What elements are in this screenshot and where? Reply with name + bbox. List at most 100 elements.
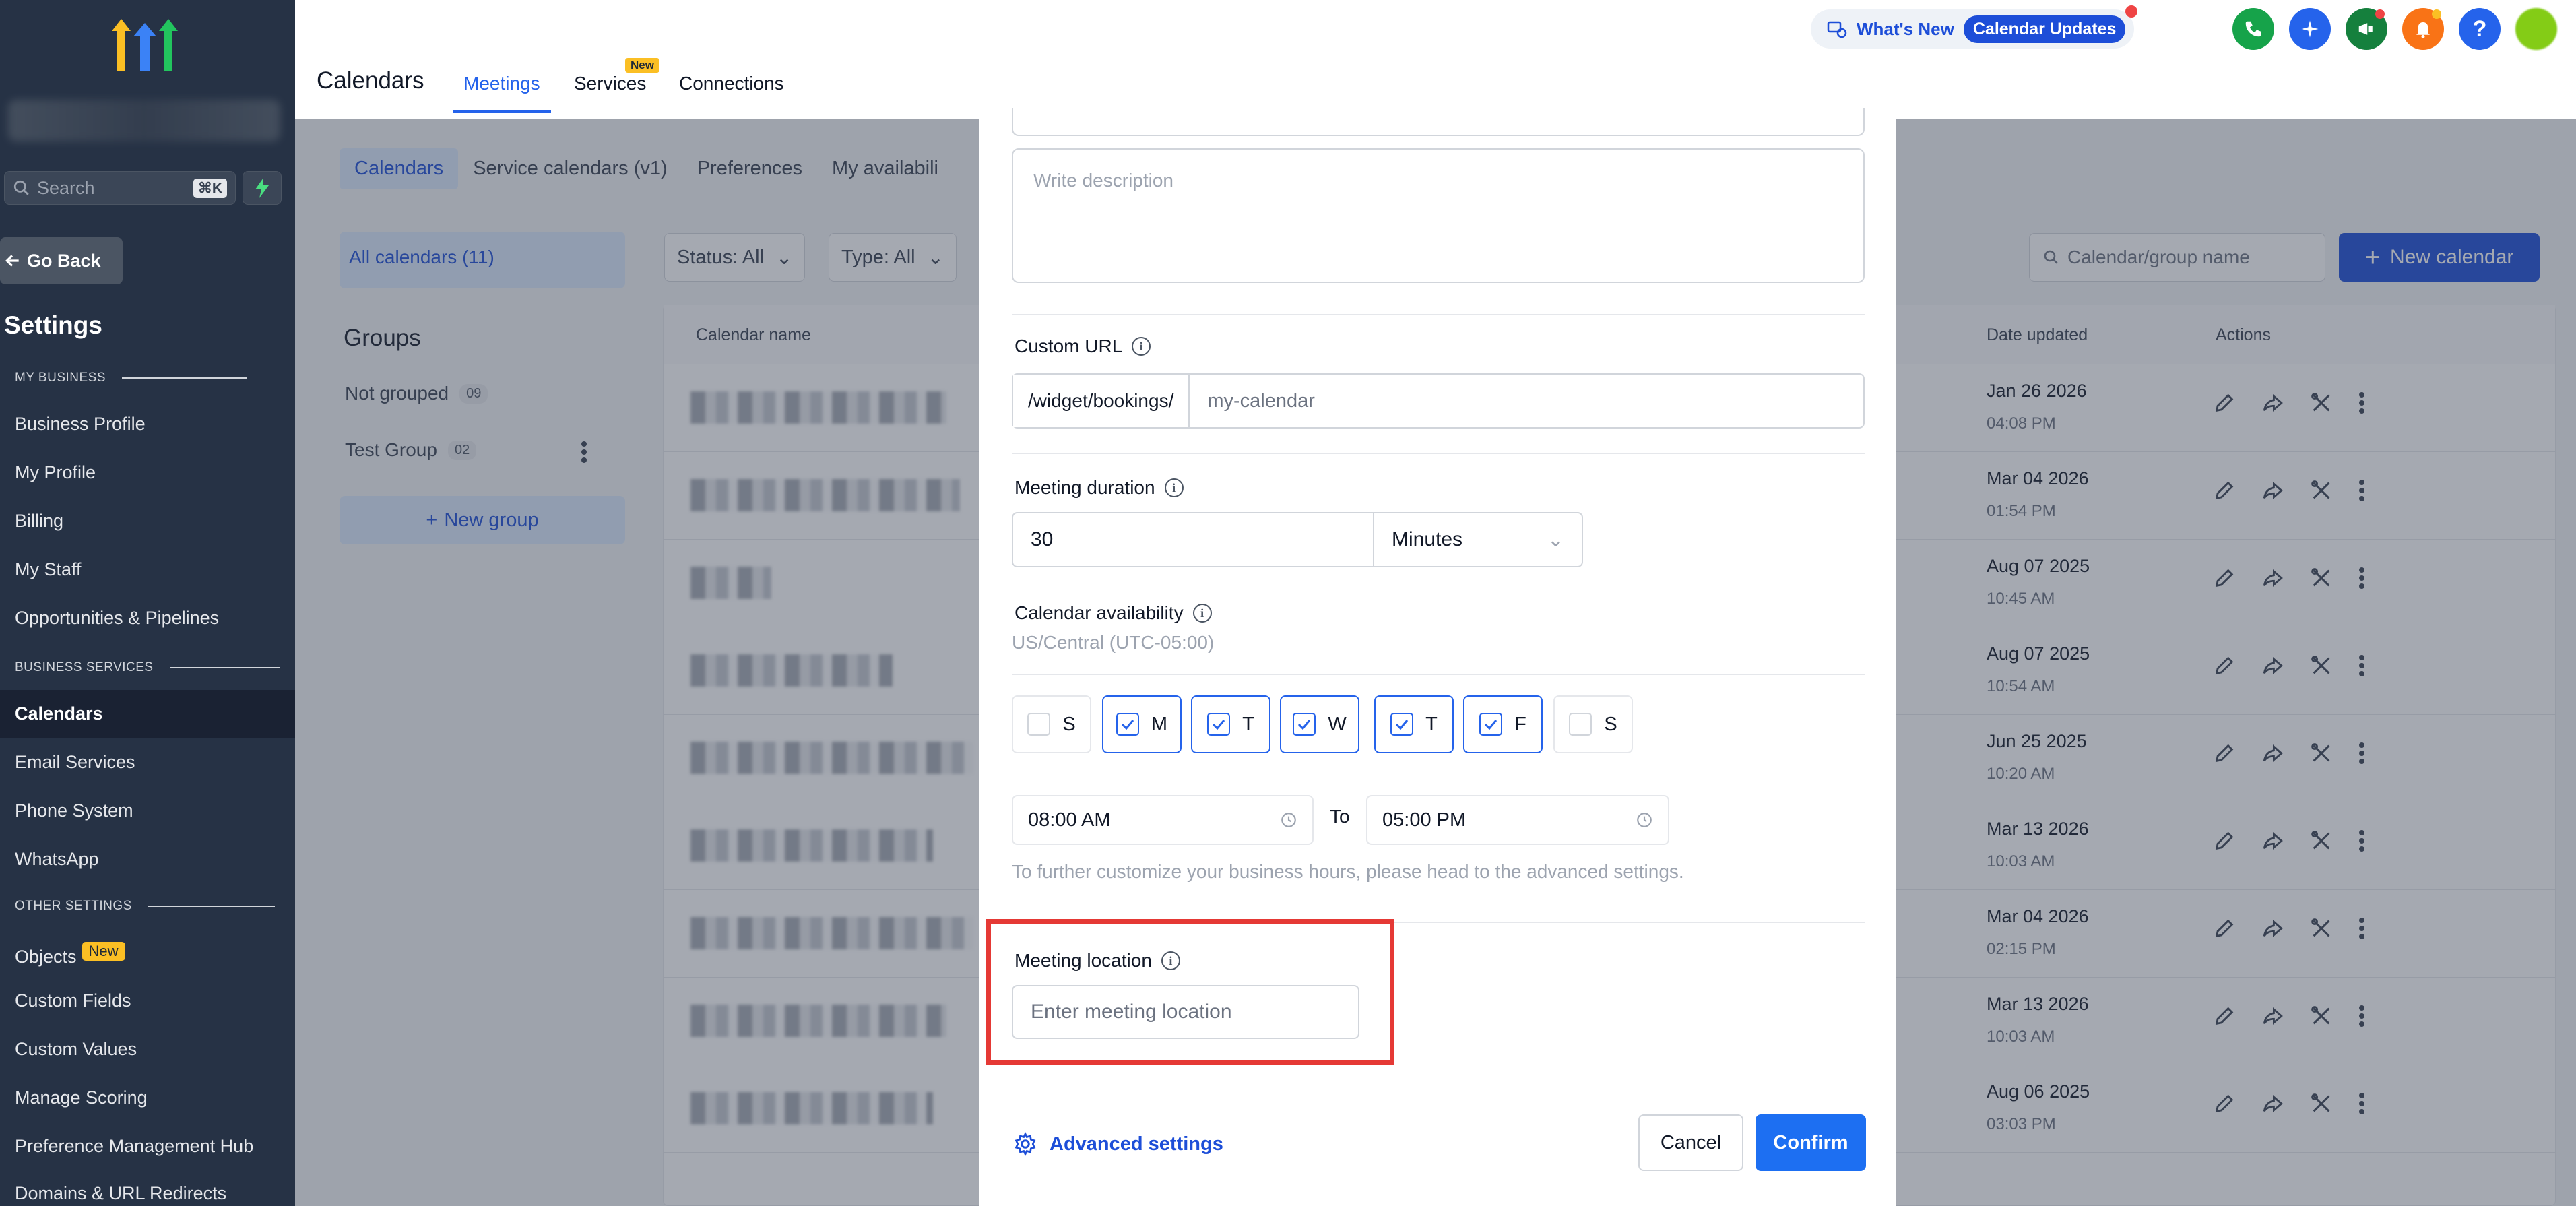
sidebar-item-billing[interactable]: Billing	[15, 511, 63, 532]
weekday-label: T	[1242, 713, 1254, 735]
chevron-down-icon: ⌄	[1547, 528, 1564, 551]
cancel-button[interactable]: Cancel	[1638, 1114, 1743, 1171]
start-time-picker[interactable]: 08:00 AM	[1012, 795, 1314, 845]
ai-assistant-button[interactable]	[2289, 8, 2331, 50]
phone-button[interactable]	[2232, 8, 2274, 50]
sidebar-item-calendars[interactable]: Calendars	[15, 703, 103, 724]
checkbox[interactable]	[1569, 713, 1592, 736]
quick-action-button[interactable]	[243, 171, 282, 205]
whats-new-label: What's New	[1857, 18, 1954, 39]
calendar-availability-label: Calendar availability i	[1015, 602, 1212, 624]
checkbox[interactable]	[1293, 713, 1316, 736]
highlight-box	[986, 919, 1394, 1065]
weekday-label: S	[1604, 713, 1617, 735]
sidebar-item-custom-values[interactable]: Custom Values	[15, 1039, 137, 1060]
shortcut-hint: ⌘K	[193, 178, 227, 198]
avatar[interactable]	[2515, 8, 2557, 50]
business-hours-hint: To further customize your business hours…	[1012, 861, 1684, 882]
section-other-settings: OTHER SETTINGS	[15, 899, 275, 914]
search-icon	[13, 180, 29, 195]
weekday-toggle[interactable]: W	[1280, 695, 1359, 753]
to-label: To	[1330, 806, 1350, 827]
checkbox[interactable]	[1116, 713, 1139, 736]
notification-dot	[2125, 5, 2137, 18]
tab-meetings[interactable]: Meetings	[463, 73, 540, 94]
services-new-badge: New	[625, 58, 659, 73]
weekday-toggle[interactable]: S	[1553, 695, 1633, 753]
duration-field: 30 Minutes ⌄	[1012, 512, 1583, 567]
advanced-settings-link[interactable]: Advanced settings	[1013, 1132, 1223, 1156]
arrow-left-icon	[5, 255, 19, 267]
sidebar-item-phone-system[interactable]: Phone System	[15, 800, 133, 821]
sidebar-item-custom-fields[interactable]: Custom Fields	[15, 990, 131, 1011]
section-my-business: MY BUSINESS	[15, 371, 248, 385]
bell-badge-dot	[2432, 9, 2441, 19]
sidebar-search[interactable]: Search ⌘K	[4, 171, 236, 205]
megaphone-button[interactable]	[2346, 8, 2387, 50]
sidebar-item-business-profile[interactable]: Business Profile	[15, 414, 146, 435]
end-time-picker[interactable]: 05:00 PM	[1366, 795, 1669, 845]
weekday-label: M	[1151, 713, 1168, 735]
custom-url-field: /widget/bookings/ my-calendar	[1012, 373, 1865, 429]
timezone-text: US/Central (UTC-05:00)	[1012, 632, 1215, 653]
sidebar-item-whatsapp[interactable]: WhatsApp	[15, 849, 99, 870]
info-icon[interactable]: i	[1192, 604, 1212, 623]
new-badge: New	[82, 942, 125, 961]
sidebar-item-my-profile[interactable]: My Profile	[15, 462, 96, 483]
sidebar-item-domains[interactable]: Domains & URL Redirects	[15, 1183, 226, 1204]
checkbox[interactable]	[1207, 713, 1231, 736]
weekday-toggle[interactable]: M	[1102, 695, 1182, 753]
duration-unit-select[interactable]: Minutes ⌄	[1374, 513, 1582, 566]
weekday-toggle[interactable]: F	[1463, 695, 1543, 753]
weekday-toggle[interactable]: S	[1012, 695, 1091, 753]
sidebar-item-opportunities[interactable]: Opportunities & Pipelines	[15, 608, 219, 629]
checkbox[interactable]	[1479, 713, 1503, 736]
help-button[interactable]: ?	[2459, 8, 2501, 50]
weekday-toggle[interactable]: T	[1374, 695, 1454, 753]
divider	[1012, 314, 1865, 315]
active-tab-underline	[453, 110, 551, 113]
confirm-button[interactable]: Confirm	[1756, 1114, 1866, 1171]
notifications-button[interactable]	[2402, 8, 2444, 50]
sidebar-item-email-services[interactable]: Email Services	[15, 752, 135, 773]
info-icon[interactable]: i	[1164, 478, 1184, 497]
custom-url-label: Custom URL i	[1015, 336, 1151, 357]
phone-icon	[2245, 21, 2261, 37]
go-back-label: Go Back	[27, 250, 101, 271]
account-name-blurred[interactable]	[8, 100, 280, 141]
go-back-button[interactable]: Go Back	[0, 237, 123, 284]
toolbar-fragment	[1012, 108, 1865, 136]
checkbox[interactable]	[1390, 713, 1414, 736]
clock-icon	[1637, 813, 1652, 827]
sidebar-item-objects[interactable]: Objects New	[15, 942, 125, 967]
page-title: Calendars	[317, 67, 424, 94]
meeting-duration-label: Meeting duration i	[1015, 477, 1184, 499]
weekday-label: S	[1062, 713, 1076, 735]
whats-new-pill[interactable]: What's New Calendar Updates	[1811, 9, 2134, 49]
weekday-label: W	[1328, 713, 1347, 735]
checkbox[interactable]	[1027, 713, 1051, 736]
brand-logo	[112, 19, 178, 71]
section-business-services: BUSINESS SERVICES	[15, 660, 280, 675]
settings-sidebar: Search ⌘K Go Back Settings MY BUSINESS B…	[0, 0, 295, 1206]
lightning-icon	[255, 178, 269, 198]
duration-input[interactable]: 30	[1013, 513, 1374, 566]
sidebar-item-my-staff[interactable]: My Staff	[15, 559, 82, 580]
weekday-label: F	[1514, 713, 1526, 735]
url-slug-input[interactable]: my-calendar	[1190, 375, 1863, 427]
top-header: Calendars Meetings Services New Connecti…	[295, 0, 2576, 119]
sidebar-item-preference-hub[interactable]: Preference Management Hub	[15, 1136, 253, 1157]
calendar-updates-badge[interactable]: Calendar Updates	[1963, 15, 2126, 43]
announcement-icon	[1827, 21, 1847, 38]
description-textarea[interactable]: Write description	[1012, 148, 1865, 283]
megaphone-icon	[2358, 23, 2373, 35]
sidebar-item-manage-scoring[interactable]: Manage Scoring	[15, 1087, 148, 1108]
gear-icon	[1015, 1132, 1036, 1156]
tab-services[interactable]: Services	[574, 73, 646, 94]
divider	[1012, 674, 1865, 675]
weekday-toggle[interactable]: T	[1191, 695, 1270, 753]
megaphone-badge-dot	[2375, 9, 2385, 19]
info-icon[interactable]: i	[1132, 337, 1151, 356]
tab-connections[interactable]: Connections	[679, 73, 784, 94]
url-prefix: /widget/bookings/	[1013, 375, 1190, 427]
